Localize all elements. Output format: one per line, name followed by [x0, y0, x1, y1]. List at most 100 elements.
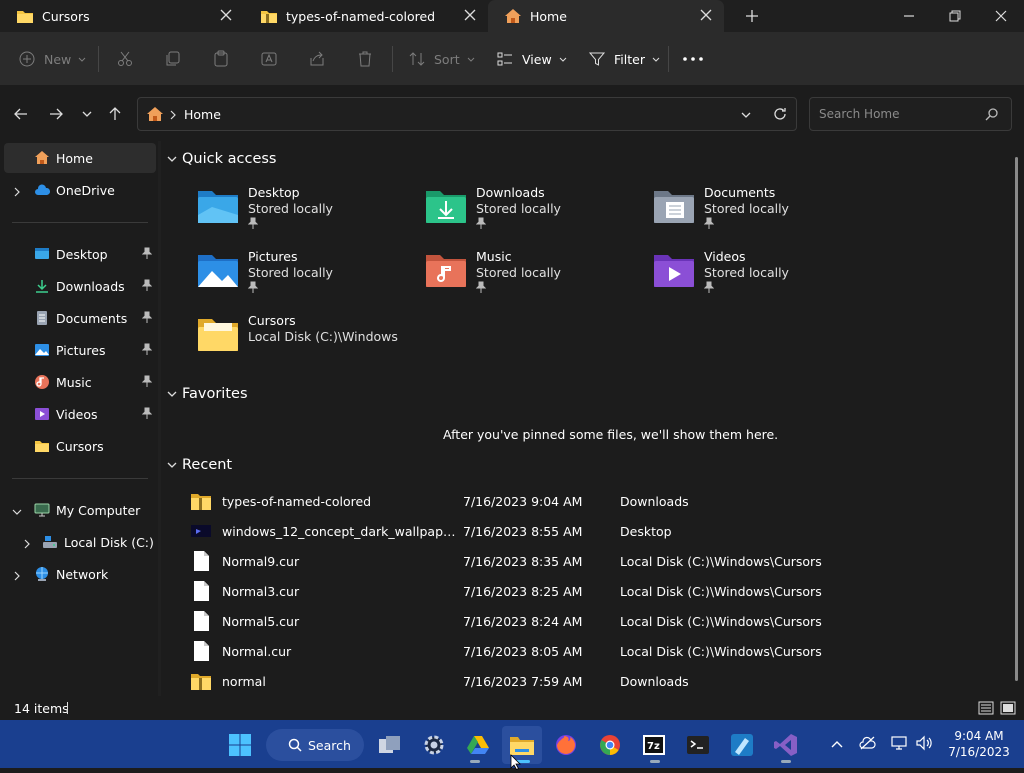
close-window-button[interactable]: [978, 0, 1024, 32]
chevron-down-icon[interactable]: [12, 505, 22, 515]
breadcrumb-home[interactable]: Home: [184, 107, 221, 122]
taskbar-paint-app[interactable]: [722, 726, 762, 764]
back-button[interactable]: [8, 101, 34, 127]
taskbar-search-button[interactable]: Search: [266, 729, 364, 761]
table-row[interactable]: windows_12_concept_dark_wallpaper_b... 7…: [190, 516, 830, 546]
copy-button[interactable]: [164, 42, 182, 76]
table-row[interactable]: Normal3.cur 7/16/2023 8:25 AM Local Disk…: [190, 576, 830, 606]
downloads-folder-icon: [426, 191, 466, 223]
onedrive-tray-icon[interactable]: [859, 735, 877, 754]
documents-folder-icon: [654, 191, 694, 223]
quick-access-music[interactable]: Music Stored locally: [424, 249, 644, 305]
tab-label: Cursors: [42, 8, 90, 24]
sidebar-item-desktop[interactable]: Desktop: [4, 239, 156, 269]
view-button[interactable]: View: [496, 42, 568, 76]
sidebar-item-music[interactable]: Music: [4, 367, 156, 397]
quick-access-downloads[interactable]: Downloads Stored locally: [424, 185, 644, 241]
pin-icon: [141, 311, 153, 323]
network-tray-icon[interactable]: [891, 735, 909, 754]
new-tab-button[interactable]: [740, 6, 764, 26]
firefox-icon: [556, 735, 576, 755]
quick-access-header[interactable]: Quick access: [166, 151, 276, 167]
table-row[interactable]: normal 7/16/2023 7:59 AM Downloads: [190, 666, 830, 696]
filter-icon: [588, 52, 606, 66]
table-row[interactable]: Normal.cur 7/16/2023 8:05 AM Local Disk …: [190, 636, 830, 666]
volume-tray-icon[interactable]: [915, 735, 933, 754]
cut-button[interactable]: [116, 42, 134, 76]
taskbar-7zip-app[interactable]: 7z: [634, 726, 674, 764]
taskbar-file-explorer-app[interactable]: [502, 726, 542, 764]
sidebar-item-local-disk[interactable]: Local Disk (C:): [4, 527, 156, 557]
quick-access-cursors[interactable]: Cursors Local Disk (C:)\Windows: [196, 313, 416, 369]
sidebar-item-my-computer[interactable]: My Computer: [4, 495, 156, 525]
quick-access-documents[interactable]: Documents Stored locally: [652, 185, 872, 241]
chevron-down-icon: [559, 57, 567, 62]
quick-access-pictures[interactable]: Pictures Stored locally: [196, 249, 416, 305]
taskbar-settings-app[interactable]: [414, 726, 454, 764]
table-row[interactable]: Normal5.cur 7/16/2023 8:24 AM Local Disk…: [190, 606, 830, 636]
pane-splitter[interactable]: [158, 141, 161, 696]
recent-locations-button[interactable]: [74, 101, 100, 127]
sidebar-item-pictures[interactable]: Pictures: [4, 335, 156, 365]
items-count: 14 items: [14, 701, 69, 716]
close-icon[interactable]: [464, 9, 476, 21]
sidebar-item-network[interactable]: Network: [4, 559, 156, 589]
table-row[interactable]: types-of-named-colored 7/16/2023 9:04 AM…: [190, 486, 830, 516]
clock[interactable]: 9:04 AM 7/16/2023: [946, 728, 1012, 760]
taskbar-visual-studio-app[interactable]: [766, 726, 806, 764]
task-view-button[interactable]: [370, 726, 410, 764]
taskbar-terminal-app[interactable]: [678, 726, 718, 764]
new-button[interactable]: New: [18, 42, 87, 76]
sort-button[interactable]: Sort: [408, 42, 476, 76]
delete-button[interactable]: [356, 42, 374, 76]
tiles-view-button[interactable]: [1000, 700, 1016, 719]
start-button[interactable]: [220, 726, 260, 764]
sidebar-item-onedrive[interactable]: OneDrive: [4, 175, 156, 205]
search-input[interactable]: Search Home: [809, 97, 1012, 131]
taskbar-firefox-app[interactable]: [546, 726, 586, 764]
sidebar-item-home[interactable]: Home: [4, 143, 156, 173]
file-icon: [194, 581, 209, 601]
google-drive-icon: [467, 736, 489, 754]
refresh-button[interactable]: [767, 101, 793, 127]
more-options-button[interactable]: [682, 42, 704, 76]
running-app-indicator: [781, 760, 791, 763]
table-row[interactable]: Normal9.cur 7/16/2023 8:35 AM Local Disk…: [190, 546, 830, 576]
plus-circle-icon: [19, 51, 35, 67]
taskbar-chrome-app[interactable]: [590, 726, 630, 764]
chevron-right-icon[interactable]: [12, 185, 22, 197]
details-view-button[interactable]: [978, 700, 994, 719]
share-button[interactable]: [308, 42, 326, 76]
quick-access-videos[interactable]: Videos Stored locally: [652, 249, 872, 305]
tab-cursors[interactable]: Cursors: [0, 0, 244, 32]
chevron-right-icon[interactable]: [12, 569, 22, 581]
divider: [98, 46, 99, 72]
forward-button[interactable]: [43, 101, 69, 127]
vertical-scrollbar[interactable]: [1015, 157, 1018, 681]
tab-home[interactable]: Home: [488, 0, 724, 32]
minimize-button[interactable]: [886, 0, 932, 32]
restore-button[interactable]: [932, 0, 978, 32]
filter-button[interactable]: Filter: [588, 42, 661, 76]
sidebar-item-cursors[interactable]: Cursors: [4, 431, 156, 461]
address-bar[interactable]: Home: [137, 97, 797, 131]
close-icon[interactable]: [220, 9, 232, 21]
paste-button[interactable]: [212, 42, 230, 76]
sidebar-item-videos[interactable]: Videos: [4, 399, 156, 429]
up-button[interactable]: [102, 101, 128, 127]
tab-types-of-named-colored[interactable]: types-of-named-colored: [244, 0, 488, 32]
taskbar-drive-app[interactable]: [458, 726, 498, 764]
close-icon[interactable]: [700, 9, 712, 21]
address-dropdown-icon[interactable]: [740, 109, 752, 124]
quick-access-desktop[interactable]: Desktop Stored locally: [196, 185, 416, 241]
running-app-indicator: [470, 760, 480, 763]
chevron-right-icon[interactable]: [22, 537, 32, 549]
pin-icon: [141, 375, 153, 387]
recent-header[interactable]: Recent: [166, 457, 232, 473]
sidebar-item-downloads[interactable]: Downloads: [4, 271, 156, 301]
favorites-header[interactable]: Favorites: [166, 386, 248, 402]
rename-button[interactable]: [260, 42, 278, 76]
sidebar-item-documents[interactable]: Documents: [4, 303, 156, 333]
copy-icon: [166, 51, 180, 66]
show-hidden-icons-button[interactable]: [830, 738, 844, 753]
